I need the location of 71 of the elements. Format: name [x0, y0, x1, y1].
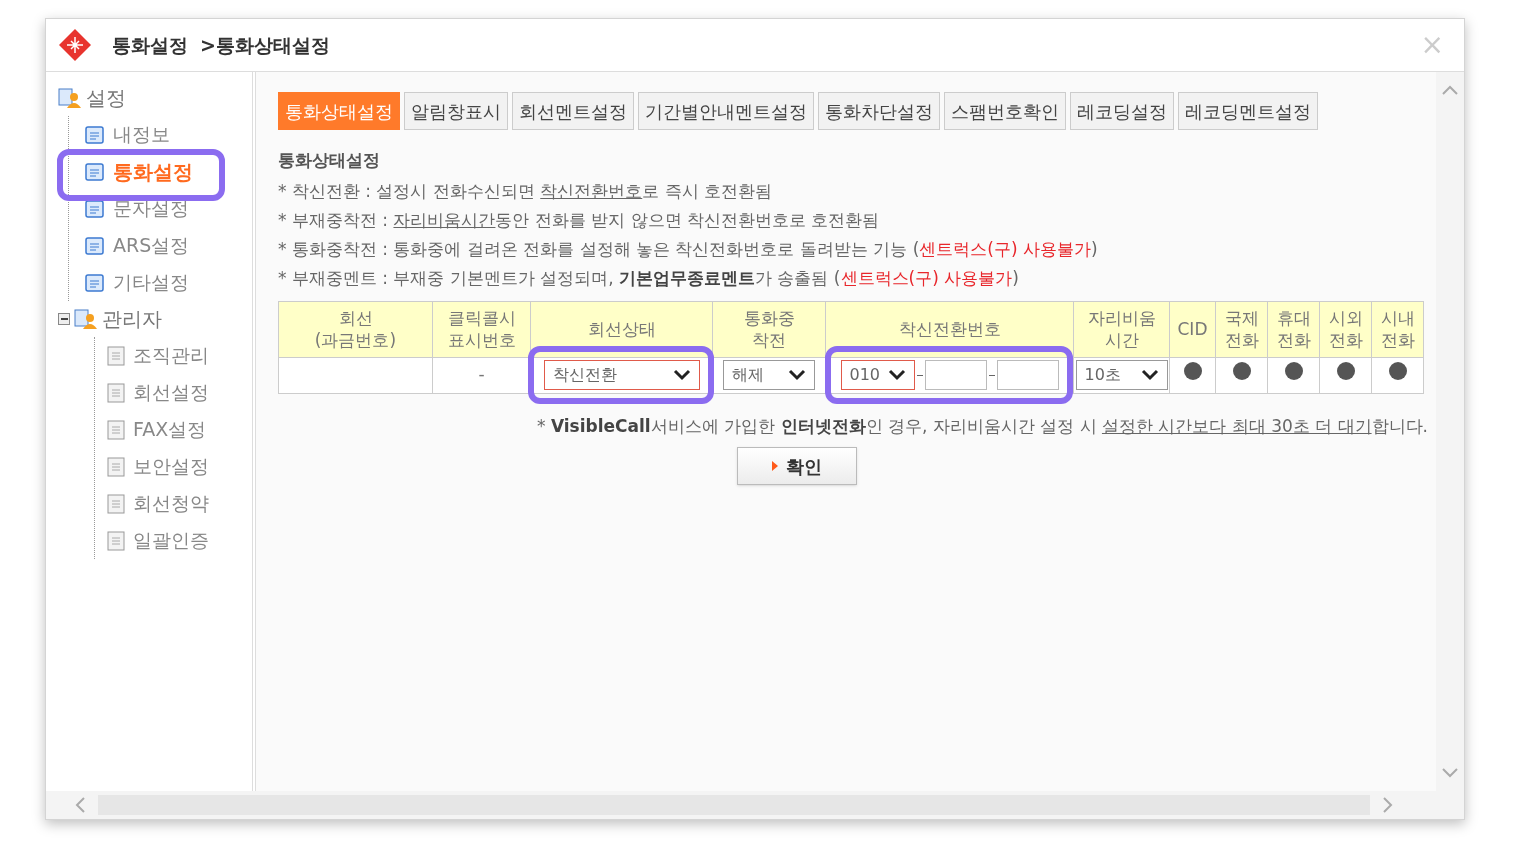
logo-icon: [58, 28, 92, 62]
triangle-right-icon: [772, 461, 778, 471]
document-icon: [107, 493, 125, 514]
document-icon: [85, 235, 105, 256]
document-icon: [107, 345, 125, 366]
column-header: 시외 전화: [1319, 301, 1372, 357]
footnote-text: * VisibleCall서비스에 가입한 인터넷전화인 경우, 자리비움시간 설정 시 설정한 시간보다 최대 30초 더 대기합니다.: [537, 414, 1428, 438]
chevron-down-icon: [672, 369, 691, 381]
input-field[interactable]: [996, 360, 1059, 390]
tree-item[interactable]: 기타설정: [113, 268, 189, 297]
tree-item[interactable]: 설정: [86, 83, 126, 113]
note-text: * 통화중착전 : 통화중에 걸려온 전화를 설정해 놓은 착신전화번호로 돌려받는 기능 (센트럭스(구) 사용불가): [278, 237, 1099, 261]
document-icon: [85, 124, 105, 145]
note-text: * 착신전환 : 설정시 전화수신되면 착신전환번호로 즉시 호전환됨: [278, 179, 774, 203]
document-icon: [107, 530, 125, 551]
column-header: 클릭콜시 표시번호: [432, 301, 531, 357]
chevron-down-icon[interactable]: [1441, 767, 1459, 779]
tree-item[interactable]: 관리자: [102, 304, 162, 334]
document-icon: [107, 456, 125, 477]
column-header: 자리비움 시간: [1073, 301, 1170, 357]
chevron-left-icon[interactable]: [74, 796, 86, 814]
horizontal-scrollbar[interactable]: [46, 791, 1464, 819]
tree-item[interactable]: 통화설정: [113, 156, 193, 187]
tab[interactable]: 레코딩멘트설정: [1178, 92, 1318, 130]
window-title: 통화설정: [112, 32, 188, 58]
tab[interactable]: 회선멘트설정: [512, 92, 634, 130]
tree-item[interactable]: 일괄인증: [133, 526, 209, 555]
document-icon: [85, 272, 105, 293]
tree-item[interactable]: 회선청약: [133, 489, 209, 518]
confirm-button[interactable]: 확인: [737, 447, 857, 485]
tree-item[interactable]: FAX설정: [133, 415, 207, 444]
document-icon: [107, 419, 125, 440]
tab[interactable]: 알림창표시: [404, 92, 508, 130]
column-header: 휴대 전화: [1267, 301, 1320, 357]
breadcrumb: >통화상태설정: [200, 32, 330, 58]
vertical-scrollbar[interactable]: [1436, 72, 1464, 791]
column-header: 회선 (과금번호): [278, 301, 433, 357]
tree-item[interactable]: ARS설정: [113, 231, 190, 260]
user-folder-icon: [58, 87, 82, 109]
tree-item[interactable]: 문자설정: [113, 194, 189, 223]
dropdown[interactable]: 해제: [723, 360, 815, 390]
input-field[interactable]: [924, 360, 987, 390]
dropdown[interactable]: 10초: [1075, 360, 1168, 390]
chevron-down-icon: [1140, 369, 1159, 381]
chevron-down-icon: [788, 369, 806, 381]
column-header: CID: [1169, 301, 1216, 357]
chevron-down-icon: [887, 369, 906, 381]
tree-item[interactable]: 내정보: [113, 120, 170, 149]
tab[interactable]: 스팸번호확인: [944, 92, 1066, 130]
collapse-toggle[interactable]: [58, 313, 70, 325]
tree-item[interactable]: 보안설정: [133, 452, 209, 481]
chevron-up-icon[interactable]: [1441, 84, 1459, 96]
column-header: 국제 전화: [1215, 301, 1268, 357]
user-folder-icon: [74, 308, 98, 330]
table-cell: -: [478, 364, 485, 385]
chevron-right-icon[interactable]: [1382, 796, 1394, 814]
tab[interactable]: 통화차단설정: [818, 92, 940, 130]
tree-item[interactable]: 조직관리: [133, 341, 209, 370]
column-header: 통화중 착전: [712, 301, 826, 357]
column-header: 시내 전화: [1371, 301, 1424, 357]
note-text: * 부재중멘트 : 부재중 기본멘트가 설정되며, 기본업무종료멘트가 송출됨 (센트럭스(구) 사용불가): [278, 266, 1020, 290]
tab[interactable]: 통화상태설정: [278, 92, 400, 130]
tab[interactable]: 기간별안내멘트설정: [638, 92, 814, 130]
dropdown[interactable]: 010: [840, 360, 915, 390]
note-text: * 부재중착전 : 자리비움시간동안 전화를 받지 않으면 착신전환번호로 호전환됨: [278, 208, 881, 232]
document-icon: [85, 161, 105, 182]
section-title: 통화상태설정: [278, 149, 381, 172]
dropdown[interactable]: 착신전환: [543, 360, 700, 390]
tab[interactable]: 레코딩설정: [1070, 92, 1174, 130]
document-icon: [107, 382, 125, 403]
tree-item[interactable]: 회선설정: [133, 378, 209, 407]
